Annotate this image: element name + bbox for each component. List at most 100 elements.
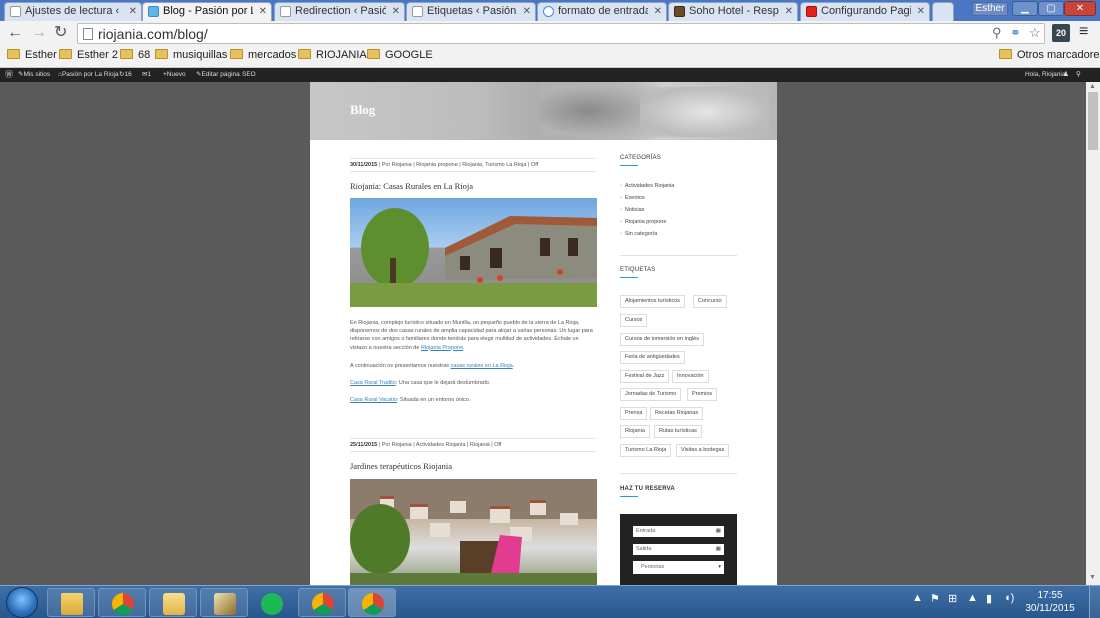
wordpress-logo-icon[interactable]: Ⓦ: [5, 68, 13, 82]
tab-redirection[interactable]: Redirection ‹ Pasión ✕: [274, 2, 405, 21]
calendar-icon[interactable]: ▦: [716, 526, 721, 537]
other-bookmarks[interactable]: Otros marcadores: [999, 49, 1100, 61]
scrollbar-thumb[interactable]: [1088, 92, 1098, 150]
close-tab-icon[interactable]: ✕: [129, 3, 137, 20]
tag-link[interactable]: Feria de antigüedades: [620, 351, 685, 364]
post-image[interactable]: [350, 479, 597, 585]
taskbar-chrome-2[interactable]: [298, 588, 346, 617]
bookmark-folder[interactable]: GOOGLE: [367, 49, 433, 61]
bookmark-folder[interactable]: musiquillas: [155, 49, 227, 61]
tab-blog[interactable]: Blog - Pasión por La ✕: [142, 2, 272, 21]
tag-link[interactable]: Cursos: [620, 314, 648, 327]
my-sites-link[interactable]: ✎ Mis sitios: [18, 68, 50, 82]
category-link[interactable]: Riojania propone: [620, 219, 667, 225]
tab-configurando[interactable]: Configurando Pagin ✕: [800, 2, 930, 21]
forward-icon[interactable]: →: [31, 24, 47, 42]
new-link[interactable]: + Nuevo: [163, 68, 186, 82]
casa-tradito-link[interactable]: Casa Rural Tradito: [350, 380, 396, 386]
site-name-link[interactable]: ⌂ Pasión por La Rioja: [58, 68, 119, 82]
taskbar-spotify[interactable]: [247, 588, 295, 617]
tag-link[interactable]: Turismo La Rioja: [620, 444, 672, 457]
drive-icon[interactable]: ▲: [967, 592, 978, 604]
tag-link[interactable]: Premios: [687, 388, 718, 401]
close-tab-icon[interactable]: ✕: [523, 3, 531, 20]
network-icon[interactable]: ▮: [986, 592, 992, 605]
extension-badge[interactable]: 20: [1052, 24, 1070, 42]
url-text[interactable]: riojania.com/blog/: [98, 26, 208, 42]
riojania-propone-link[interactable]: Riojania Propone: [421, 345, 463, 351]
address-bar[interactable]: riojania.com/blog/ ⚲ ⚭ ☆: [77, 23, 1045, 44]
bookmark-folder[interactable]: RIOJANIA: [298, 49, 367, 61]
tag-link[interactable]: Concurso: [693, 295, 727, 308]
checkin-field[interactable]: Entrada ▦: [633, 526, 724, 537]
maximize-button[interactable]: ▢: [1038, 1, 1064, 16]
close-tab-icon[interactable]: ✕: [785, 3, 793, 20]
tab-etiquetas[interactable]: Etiquetas ‹ Pasión po✕: [406, 2, 536, 21]
windows-icon[interactable]: ⊞: [948, 592, 957, 605]
back-icon[interactable]: ←: [7, 24, 23, 42]
taskbar-chrome[interactable]: [98, 588, 146, 617]
reload-icon[interactable]: ↻: [54, 24, 67, 42]
search-icon[interactable]: ⚲: [992, 25, 1002, 41]
scroll-up-icon[interactable]: ▲: [1089, 83, 1096, 90]
minimize-button[interactable]: ▁: [1012, 1, 1038, 16]
menu-icon[interactable]: ≡: [1079, 23, 1088, 41]
start-button[interactable]: [6, 587, 38, 618]
post-image[interactable]: [350, 198, 597, 307]
tag-link[interactable]: Riojania: [620, 425, 650, 438]
volume-icon[interactable]: ◖): [1004, 592, 1014, 604]
tag-link[interactable]: Alojamientos turísticos: [620, 295, 686, 308]
tag-link[interactable]: Visitas a bodegas: [676, 444, 730, 457]
seo-link[interactable]: SEO: [242, 68, 256, 82]
tag-link[interactable]: Jornadas de Turismo: [620, 388, 682, 401]
tag-link[interactable]: Festival de Jazz: [620, 370, 670, 383]
system-clock[interactable]: 17:55 30/11/2015: [1024, 589, 1076, 615]
new-tab-button[interactable]: [932, 2, 954, 21]
taskbar-chrome-3[interactable]: [348, 588, 396, 617]
comments-link[interactable]: ✉ 1: [142, 68, 151, 82]
admin-search-icon[interactable]: ⚲: [1076, 68, 1081, 82]
category-link[interactable]: Sin categoría: [620, 231, 657, 237]
taskbar-app[interactable]: [200, 588, 248, 617]
post-title[interactable]: Riojania: Casas Rurales en La Rioja: [350, 181, 597, 191]
page-scrollbar[interactable]: ▲ ▼: [1086, 82, 1100, 585]
scroll-down-icon[interactable]: ▼: [1089, 574, 1096, 581]
tag-link[interactable]: Prensa: [620, 407, 648, 420]
bookmark-folder[interactable]: Esther: [7, 49, 57, 61]
profile-button[interactable]: Esther: [972, 2, 1008, 16]
updates-link[interactable]: ↻ 16: [119, 68, 132, 82]
people-select[interactable]: Personas ▾: [633, 561, 724, 574]
taskbar-contacts[interactable]: [149, 588, 197, 617]
bookmark-folder[interactable]: mercados: [230, 49, 296, 61]
category-link[interactable]: Noticias: [620, 207, 645, 213]
tag-link[interactable]: Cursos de inmersión en inglés: [620, 333, 704, 346]
tag-link[interactable]: Innovación: [672, 370, 709, 383]
tag-link[interactable]: Recetas Riojanas: [650, 407, 704, 420]
tab-soho-hotel[interactable]: Soho Hotel - Respo ✕: [668, 2, 798, 21]
checkout-field[interactable]: Salida ▦: [633, 544, 724, 555]
bookmark-folder[interactable]: Esther 2: [59, 49, 118, 61]
taskbar-explorer[interactable]: [47, 588, 95, 617]
close-tab-icon[interactable]: ✕: [917, 3, 925, 20]
edit-page-link[interactable]: ✎ Editar página: [196, 68, 240, 82]
tray-expand-icon[interactable]: ▲: [912, 592, 923, 604]
show-desktop-button[interactable]: [1089, 586, 1100, 618]
casas-rurales-link[interactable]: casas rurales en La Rioja: [451, 363, 513, 369]
bookmark-star-icon[interactable]: ☆: [1029, 25, 1041, 41]
close-tab-icon[interactable]: ✕: [654, 3, 662, 20]
bookmark-folder[interactable]: 68: [120, 49, 150, 61]
account-greeting[interactable]: Hola, Riojania: [1025, 68, 1065, 82]
calendar-icon[interactable]: ▦: [716, 544, 721, 555]
casa-vacatio-link[interactable]: Casa Rural Vacatio: [350, 397, 397, 403]
category-link[interactable]: Actividades Riojania: [620, 183, 675, 189]
translate-icon[interactable]: ⚭: [1010, 25, 1021, 41]
avatar-icon[interactable]: ♟: [1063, 68, 1069, 82]
post-title[interactable]: Jardines terapéuticos Riojania: [350, 461, 597, 471]
close-tab-icon[interactable]: ✕: [392, 3, 400, 20]
tab-formato-entrada[interactable]: formato de entrada ✕: [537, 2, 667, 21]
tab-ajustes-lectura[interactable]: Ajustes de lectura ‹ R ✕: [4, 2, 142, 21]
close-tab-icon[interactable]: ✕: [259, 3, 267, 20]
flag-icon[interactable]: ⚑: [930, 592, 940, 605]
close-window-button[interactable]: ✕: [1064, 1, 1096, 16]
tag-link[interactable]: Rutas turísticas: [654, 425, 702, 438]
